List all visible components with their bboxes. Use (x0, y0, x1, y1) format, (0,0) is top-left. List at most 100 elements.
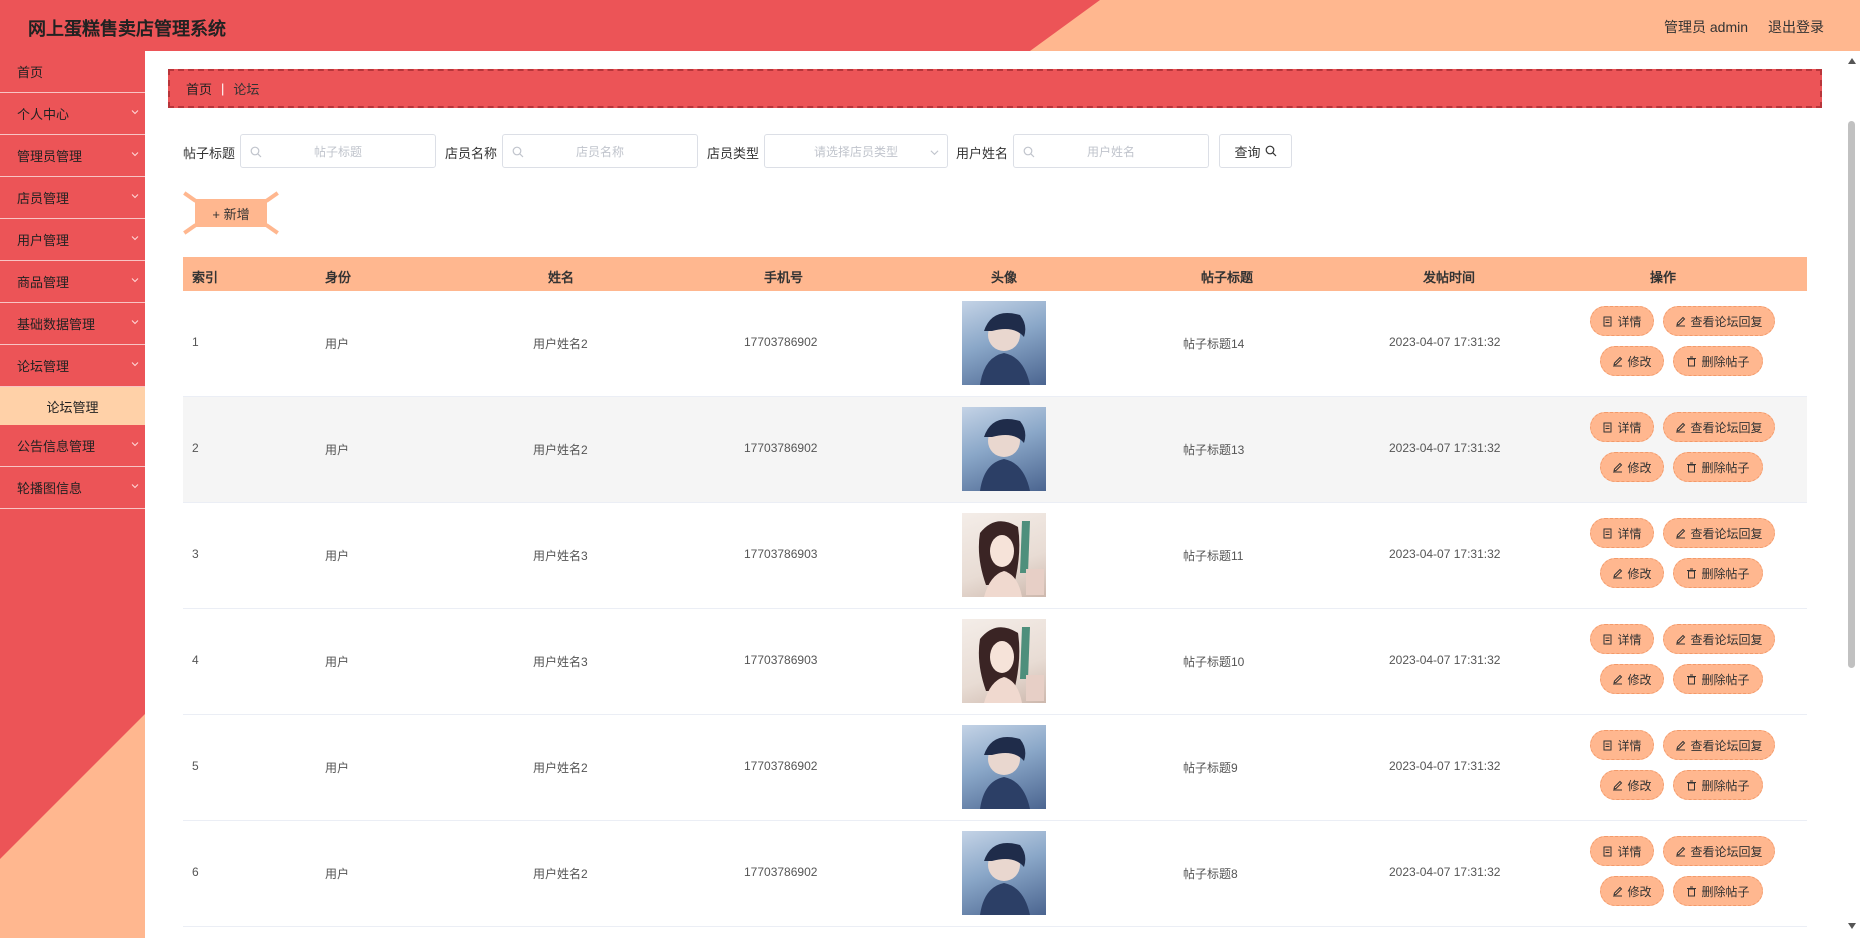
delete-post-button-label: 删除帖子 (1701, 566, 1750, 581)
table-row: 1 用户 用户姓名2 17703786902 帖子标题14 2023-04-07 17:3… (183, 291, 1807, 397)
detail-button[interactable]: 详情 (1590, 730, 1654, 760)
detail-button-label: 详情 (1617, 844, 1642, 859)
staff-type-label: 店员类型 (707, 146, 760, 161)
avatar (962, 725, 1046, 809)
scroll-down-icon[interactable] (1847, 922, 1857, 930)
add-button-corner (265, 191, 279, 203)
edit-button[interactable]: 修改 (1600, 770, 1664, 800)
logout-link[interactable]: 退出登录 (1768, 17, 1824, 37)
sidebar-item-0[interactable]: 首页 (0, 51, 145, 93)
user-name-input[interactable]: 用户姓名 (1013, 134, 1209, 168)
edit-button[interactable]: 修改 (1600, 664, 1664, 694)
cell-role: 用户 (325, 443, 350, 457)
query-button[interactable]: 查询 (1219, 134, 1292, 168)
view-replies-button[interactable]: 查看论坛回复 (1663, 518, 1775, 548)
delete-post-button[interactable]: 删除帖子 (1673, 452, 1763, 482)
add-button[interactable]: + 新增 (183, 191, 279, 235)
edit-button[interactable]: 修改 (1600, 876, 1664, 906)
sidebar-item-9[interactable]: 轮播图信息 (0, 467, 145, 509)
sidebar-item-3[interactable]: 店员管理 (0, 177, 145, 219)
view-replies-button[interactable]: 查看论坛回复 (1663, 836, 1775, 866)
staff-name-label: 店员名称 (445, 146, 498, 161)
cell-index: 6 (192, 865, 199, 879)
search-icon (1265, 145, 1276, 157)
edit-icon (1613, 356, 1623, 366)
detail-button[interactable]: 详情 (1590, 836, 1654, 866)
view-replies-button[interactable]: 查看论坛回复 (1663, 412, 1775, 442)
scrollbar-thumb[interactable] (1848, 121, 1855, 668)
sidebar-subitem-forum[interactable]: 论坛管理 (0, 387, 145, 425)
edit-button-label: 修改 (1627, 778, 1652, 793)
cell-post-time: 2023-04-07 17:31:32 (1389, 759, 1501, 773)
cell-post-title: 帖子标题11 (1183, 549, 1244, 563)
sidebar-item-6[interactable]: 基础数据管理 (0, 303, 145, 345)
delete-post-button[interactable]: 删除帖子 (1673, 558, 1763, 588)
chevron-down-icon (131, 236, 139, 241)
sidebar-item-5[interactable]: 商品管理 (0, 261, 145, 303)
view-replies-button-label: 查看论坛回复 (1690, 314, 1763, 329)
sidebar-item-1[interactable]: 个人中心 (0, 93, 145, 135)
table-header: 索引 身份 姓名 手机号 头像 帖子标题 发帖时间 操作 (183, 257, 1807, 291)
breadcrumb-home[interactable]: 首页 (186, 79, 212, 98)
detail-button[interactable]: 详情 (1590, 412, 1654, 442)
delete-post-button[interactable]: 删除帖子 (1673, 770, 1763, 800)
detail-button[interactable]: 详情 (1590, 306, 1654, 336)
staff-type-select[interactable]: 请选择店员类型 (764, 134, 948, 168)
edit-button[interactable]: 修改 (1600, 452, 1664, 482)
cell-role: 用户 (325, 655, 350, 669)
edit-button-label: 修改 (1627, 460, 1652, 475)
column-header-index: 索引 (192, 270, 219, 285)
edit-icon (1676, 740, 1686, 750)
delete-post-button[interactable]: 删除帖子 (1673, 346, 1763, 376)
sidebar-item-label: 首页 (17, 65, 44, 80)
sidebar: 首页 个人中心 管理员管理 店员管理 用户管理 商品管理 基础数据管理 论坛管理 论坛管理 公告信… (0, 51, 145, 938)
sidebar-item-2[interactable]: 管理员管理 (0, 135, 145, 177)
sidebar-subitem-label: 论坛管理 (46, 399, 99, 415)
sidebar-item-label: 论坛管理 (17, 359, 70, 374)
detail-button-label: 详情 (1617, 738, 1642, 753)
cell-index: 2 (192, 441, 199, 455)
edit-icon (1676, 634, 1686, 644)
title-search-input[interactable]: 帖子标题 (240, 134, 436, 168)
view-replies-button-label: 查看论坛回复 (1690, 738, 1763, 753)
document-icon (1603, 422, 1612, 432)
breadcrumb: 首页 | 论坛 (168, 69, 1822, 108)
avatar (962, 301, 1046, 385)
detail-button[interactable]: 详情 (1590, 518, 1654, 548)
cell-phone: 17703786902 (744, 441, 818, 455)
delete-post-button-label: 删除帖子 (1701, 778, 1750, 793)
edit-button[interactable]: 修改 (1600, 346, 1664, 376)
sidebar-item-4[interactable]: 用户管理 (0, 219, 145, 261)
cell-name: 用户姓名2 (533, 443, 588, 457)
cell-post-time: 2023-04-07 17:31:32 (1389, 865, 1501, 879)
detail-button[interactable]: 详情 (1590, 624, 1654, 654)
scroll-up-icon[interactable] (1847, 57, 1857, 65)
sidebar-item-7[interactable]: 论坛管理 (0, 345, 145, 387)
delete-post-button[interactable]: 删除帖子 (1673, 664, 1763, 694)
search-icon (250, 146, 262, 158)
delete-post-button-label: 删除帖子 (1701, 672, 1750, 687)
view-replies-button[interactable]: 查看论坛回复 (1663, 730, 1775, 760)
staff-name-input[interactable]: 店员名称 (502, 134, 698, 168)
top-header: 网上蛋糕售卖店管理系统 管理员 admin 退出登录 (0, 0, 1860, 51)
trash-icon (1687, 886, 1697, 896)
cell-phone: 17703786902 (744, 335, 818, 349)
scrollbar[interactable] (1844, 51, 1860, 938)
edit-button[interactable]: 修改 (1600, 558, 1664, 588)
avatar (962, 619, 1046, 703)
view-replies-button[interactable]: 查看论坛回复 (1663, 624, 1775, 654)
view-replies-button[interactable]: 查看论坛回复 (1663, 306, 1775, 336)
user-name-label: 用户姓名 (956, 146, 1009, 161)
column-header-phone: 手机号 (764, 270, 804, 285)
edit-icon (1676, 846, 1686, 856)
avatar (962, 513, 1046, 597)
cell-post-title: 帖子标题14 (1183, 337, 1245, 351)
column-header-avatar: 头像 (991, 270, 1018, 285)
sidebar-item-8[interactable]: 公告信息管理 (0, 425, 145, 467)
delete-post-button-label: 删除帖子 (1701, 354, 1750, 369)
breadcrumb-separator: | (221, 81, 225, 96)
add-button-label: + 新增 (212, 206, 250, 222)
edit-icon (1613, 568, 1623, 578)
cell-index: 3 (192, 547, 199, 561)
delete-post-button[interactable]: 删除帖子 (1673, 876, 1763, 906)
